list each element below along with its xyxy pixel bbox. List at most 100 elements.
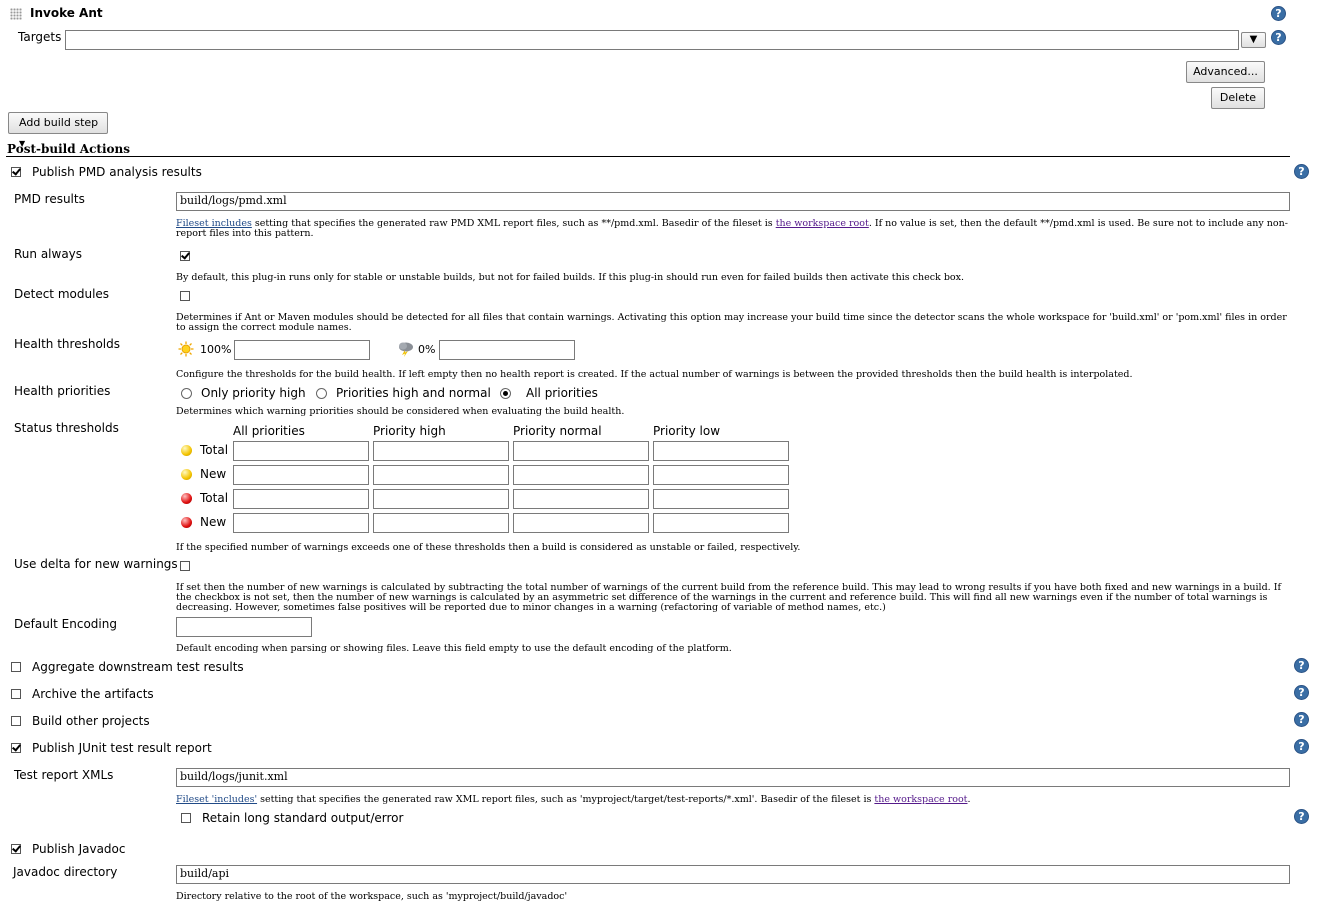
publish-pmd-label: Publish PMD analysis results (32, 165, 202, 179)
default-encoding-label: Default Encoding (14, 617, 117, 631)
archive-artifacts-label: Archive the artifacts (32, 687, 154, 701)
run-always-checkbox[interactable] (180, 251, 190, 261)
help-icon[interactable]: ? (1294, 712, 1309, 727)
status-threshold-input[interactable] (233, 513, 369, 533)
section-divider (6, 156, 1290, 157)
health-priorities-label: Health priorities (14, 384, 111, 398)
help-icon[interactable]: ? (1271, 30, 1286, 45)
test-report-xmls-input[interactable]: build/logs/junit.xml (176, 768, 1290, 787)
red-ball-icon (181, 493, 192, 504)
targets-expand-button[interactable]: ▼ (1241, 32, 1266, 48)
help-icon[interactable]: ? (1294, 164, 1309, 179)
health-thresholds-help-text: Configure the thresholds for the build h… (176, 369, 1133, 380)
archive-artifacts-checkbox[interactable] (11, 689, 21, 699)
status-column-header: All priorities (233, 424, 305, 438)
default-encoding-help-text: Default encoding when parsing or showing… (176, 643, 732, 654)
priority-high-label: Only priority high (201, 386, 306, 400)
publish-javadoc-checkbox[interactable] (11, 844, 21, 854)
targets-label: Targets (18, 30, 62, 44)
health-0-label: 0% (418, 343, 436, 356)
run-always-help-text: By default, this plug-in runs only for s… (176, 272, 965, 283)
status-threshold-input[interactable] (653, 489, 789, 509)
status-column-header: Priority normal (513, 424, 602, 438)
help-icon[interactable]: ? (1294, 658, 1309, 673)
status-threshold-input[interactable] (233, 489, 369, 509)
detect-modules-label: Detect modules (14, 287, 110, 301)
health-100-input[interactable] (234, 340, 370, 360)
pmd-results-help-text: Fileset includes setting that specifies … (176, 218, 1288, 239)
test-report-help-text: Fileset 'includes' setting that specifie… (176, 794, 971, 805)
status-threshold-input[interactable] (513, 441, 649, 461)
status-threshold-input[interactable] (653, 441, 789, 461)
status-row-label: Total (200, 491, 229, 505)
aggregate-downstream-checkbox[interactable] (11, 662, 21, 672)
detect-modules-help-text: Determines if Ant or Maven modules shoul… (176, 312, 1287, 333)
status-thresholds-label: Status thresholds (14, 421, 119, 435)
status-threshold-input[interactable] (653, 465, 789, 485)
retain-output-label: Retain long standard output/error (202, 811, 404, 825)
status-threshold-input[interactable] (233, 465, 369, 485)
use-delta-help-text: If set then the number of new warnings i… (176, 582, 1281, 613)
test-report-xmls-label: Test report XMLs (14, 768, 114, 782)
status-threshold-input[interactable] (233, 441, 369, 461)
status-row-label: New (200, 515, 227, 529)
advanced-button[interactable]: Advanced... (1186, 61, 1265, 83)
javadoc-directory-help-text: Directory relative to the root of the wo… (176, 891, 568, 902)
targets-input[interactable] (65, 30, 1239, 50)
health-100-label: 100% (200, 343, 232, 356)
build-other-projects-label: Build other projects (32, 714, 150, 728)
all-priorities-radio[interactable] (500, 388, 511, 399)
status-threshold-input[interactable] (373, 465, 509, 485)
status-column-header: Priority high (373, 424, 446, 438)
help-icon[interactable]: ? (1294, 685, 1309, 700)
status-threshold-input[interactable] (513, 489, 649, 509)
javadoc-directory-input[interactable]: build/api (176, 865, 1290, 884)
delete-button[interactable]: Delete (1211, 87, 1265, 109)
help-icon[interactable]: ? (1271, 6, 1286, 21)
status-threshold-input[interactable] (373, 513, 509, 533)
health-thresholds-label: Health thresholds (14, 337, 120, 351)
priority-high-normal-radio[interactable] (316, 388, 327, 399)
post-build-title: Post-build Actions (7, 142, 130, 156)
pmd-results-input[interactable]: build/logs/pmd.xml (176, 192, 1290, 211)
add-build-step-button[interactable]: Add build step ▼ (8, 112, 108, 148)
storm-icon (397, 341, 414, 357)
default-encoding-input[interactable] (176, 617, 312, 637)
priority-high-radio[interactable] (181, 388, 192, 399)
all-priorities-label: All priorities (526, 386, 598, 400)
red-ball-icon (181, 517, 192, 528)
invoke-ant-title: Invoke Ant (30, 6, 103, 20)
publish-pmd-checkbox[interactable] (11, 167, 21, 177)
priority-high-normal-label: Priorities high and normal (336, 386, 491, 400)
add-build-step-label: Add build step (19, 116, 99, 129)
build-other-projects-checkbox[interactable] (11, 716, 21, 726)
javadoc-directory-label: Javadoc directory (13, 865, 118, 879)
use-delta-checkbox[interactable] (180, 561, 190, 571)
aggregate-downstream-label: Aggregate downstream test results (32, 660, 244, 674)
status-column-header: Priority low (653, 424, 721, 438)
status-threshold-input[interactable] (373, 489, 509, 509)
help-icon[interactable]: ? (1294, 739, 1309, 754)
use-delta-label: Use delta for new warnings (14, 557, 178, 571)
status-row-label: Total (200, 443, 229, 457)
publish-javadoc-label: Publish Javadoc (32, 842, 126, 856)
help-icon[interactable]: ? (1294, 809, 1309, 824)
status-threshold-input[interactable] (513, 513, 649, 533)
yellow-ball-icon (181, 445, 192, 456)
workspace-root-link[interactable]: the workspace root (874, 794, 967, 805)
detect-modules-checkbox[interactable] (180, 291, 190, 301)
health-0-input[interactable] (439, 340, 575, 360)
fileset-includes-link[interactable]: Fileset 'includes' (176, 794, 257, 805)
status-row-label: New (200, 467, 227, 481)
status-threshold-input[interactable] (653, 513, 789, 533)
status-threshold-input[interactable] (373, 441, 509, 461)
status-thresholds-help-text: If the specified number of warnings exce… (176, 542, 801, 553)
drag-handle-icon[interactable] (10, 8, 22, 20)
sun-icon (178, 341, 194, 357)
health-priorities-help-text: Determines which warning priorities shou… (176, 406, 625, 417)
yellow-ball-icon (181, 469, 192, 480)
workspace-root-link[interactable]: the workspace root (776, 218, 869, 229)
publish-junit-checkbox[interactable] (11, 743, 21, 753)
retain-output-checkbox[interactable] (181, 813, 191, 823)
status-threshold-input[interactable] (513, 465, 649, 485)
